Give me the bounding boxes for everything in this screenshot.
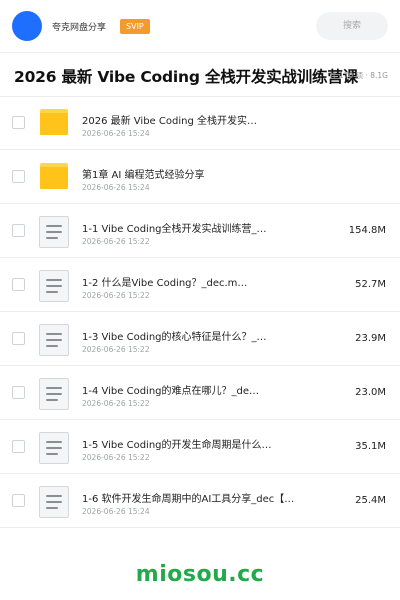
file-name[interactable]: 2026 最新 Vibe Coding 全栈开发实…	[82, 112, 312, 127]
list-item[interactable]: 1-5 Vibe Coding的开发生命周期是什么… 2026-06-26 15:…	[0, 420, 400, 474]
file-name[interactable]: 1-2 什么是Vibe Coding？_dec.m…	[82, 274, 312, 289]
file-size: 25.4M	[355, 495, 386, 506]
file-size: 23.9M	[355, 333, 386, 344]
document-icon	[38, 432, 70, 464]
file-size: 154.8M	[348, 225, 386, 236]
page-title: 2026 最新 Vibe Coding 全栈开发实战训练营课	[14, 68, 358, 86]
file-name[interactable]: 1-4 Vibe Coding的难点在哪儿？_de…	[82, 382, 312, 397]
folder-icon	[38, 108, 70, 140]
document-icon	[38, 270, 70, 302]
list-item[interactable]: 1-4 Vibe Coding的难点在哪儿？_de… 2026-06-26 15:…	[0, 366, 400, 420]
file-name[interactable]: 1-6 软件开发生命周期中的AI工具分享_dec【…	[82, 490, 312, 505]
file-date: 2026-06-26 15:22	[82, 345, 150, 354]
document-icon	[38, 486, 70, 518]
watermark: miosou.cc	[135, 562, 265, 587]
file-name[interactable]: 1-3 Vibe Coding的核心特征是什么？_…	[82, 328, 312, 343]
list-item[interactable]: 1-2 什么是Vibe Coding？_dec.m… 2026-06-26 15:…	[0, 258, 400, 312]
list-item[interactable]: 1-6 软件开发生命周期中的AI工具分享_dec【… 2026-06-26 15:…	[0, 474, 400, 528]
file-size: 23.0M	[355, 387, 386, 398]
document-icon	[38, 324, 70, 356]
file-name[interactable]: 1-1 Vibe Coding全栈开发实战训练营_…	[82, 220, 312, 235]
svip-badge: SVIP	[120, 18, 150, 34]
document-icon	[38, 378, 70, 410]
share-meta: 共 170 项 · 8.1G	[329, 71, 388, 80]
select-checkbox[interactable]	[12, 494, 25, 507]
document-icon	[38, 216, 70, 248]
select-checkbox[interactable]	[12, 332, 25, 345]
search-input[interactable]	[316, 12, 388, 40]
list-item[interactable]: 1-1 Vibe Coding全栈开发实战训练营_… 2026-06-26 15:…	[0, 204, 400, 258]
select-checkbox[interactable]	[12, 170, 25, 183]
header: 夸克网盘分享 SVIP	[0, 0, 400, 52]
file-date: 2026-06-26 15:24	[82, 507, 150, 516]
select-checkbox[interactable]	[12, 440, 25, 453]
share-page: 夸克网盘分享 SVIP 2026 最新 Vibe Coding 全栈开发实战训练…	[0, 0, 400, 600]
list-item[interactable]: 第1章 AI 编程范式经验分享 2026-06-26 15:24	[0, 150, 400, 204]
file-size: 52.7M	[355, 279, 386, 290]
file-date: 2026-06-26 15:24	[82, 183, 150, 192]
list-item[interactable]: 2026 最新 Vibe Coding 全栈开发实… 2026-06-26 15:…	[0, 96, 400, 150]
header-divider	[0, 52, 400, 53]
list-item[interactable]: 1-3 Vibe Coding的核心特征是什么？_… 2026-06-26 15:…	[0, 312, 400, 366]
avatar[interactable]	[12, 11, 42, 41]
select-checkbox[interactable]	[12, 386, 25, 399]
file-name[interactable]: 1-5 Vibe Coding的开发生命周期是什么…	[82, 436, 312, 451]
site-name: 夸克网盘分享	[52, 22, 107, 33]
file-date: 2026-06-26 15:22	[82, 399, 150, 408]
select-checkbox[interactable]	[12, 224, 25, 237]
file-name[interactable]: 第1章 AI 编程范式经验分享	[82, 166, 312, 181]
select-checkbox[interactable]	[12, 116, 25, 129]
file-date: 2026-06-26 15:22	[82, 291, 150, 300]
file-date: 2026-06-26 15:22	[82, 453, 150, 462]
title-row: 2026 最新 Vibe Coding 全栈开发实战训练营课 共 170 项 ·…	[0, 54, 400, 96]
select-checkbox[interactable]	[12, 278, 25, 291]
file-date: 2026-06-26 15:22	[82, 237, 150, 246]
file-date: 2026-06-26 15:24	[82, 129, 150, 138]
file-list: 2026 最新 Vibe Coding 全栈开发实… 2026-06-26 15:…	[0, 96, 400, 528]
file-size: 35.1M	[355, 441, 386, 452]
folder-icon	[38, 162, 70, 194]
